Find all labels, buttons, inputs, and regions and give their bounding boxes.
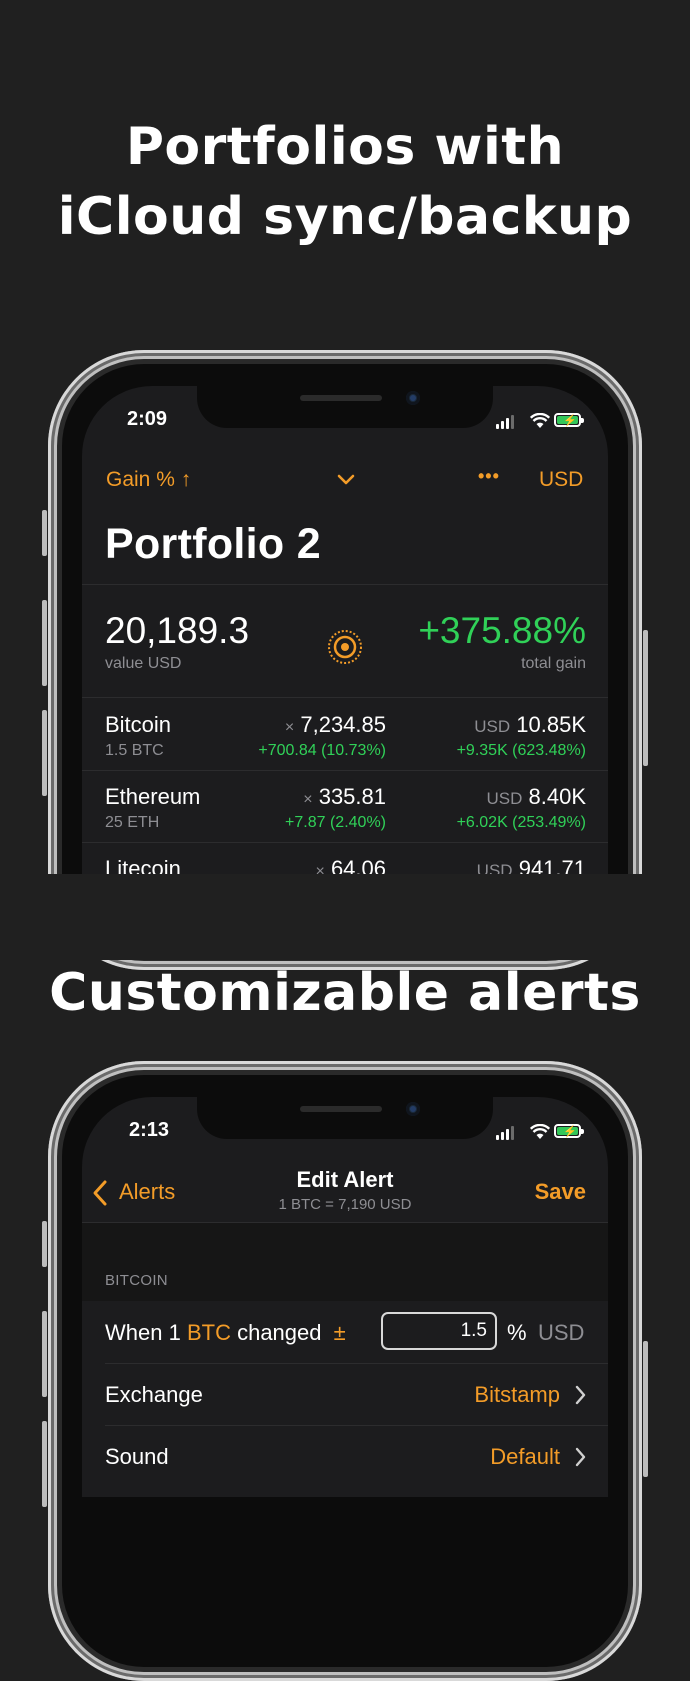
condition-row: When 1 BTC changed ± 1.5 % USD (82, 1301, 608, 1363)
save-button[interactable]: Save (535, 1179, 586, 1205)
holding-price-change: +7.87 (2.40%) (285, 814, 386, 831)
holding-total-change: +6.02K (253.49%) (456, 814, 586, 831)
wifi-icon (530, 413, 550, 428)
nav-title: Edit Alert (296, 1167, 394, 1192)
portfolio-value-caption: value USD (105, 655, 182, 672)
table-row[interactable]: Bitcoin 1.5 BTC × 7,234.85 +700.84 (10.7… (82, 698, 608, 770)
wifi-icon (530, 1124, 550, 1139)
holding-name: Bitcoin (105, 712, 172, 737)
sound-label: Sound (105, 1444, 169, 1469)
holding-price-change: +700.84 (10.73%) (258, 742, 386, 759)
exchange-label: Exchange (105, 1382, 203, 1407)
notch (197, 1097, 493, 1139)
holding-total: 941.71 (518, 856, 586, 874)
portfolio-value: 20,189.3 (105, 610, 250, 651)
sound-row[interactable]: Sound Default (82, 1426, 608, 1487)
notch (197, 386, 493, 428)
headline-alerts: Customizable alerts (49, 963, 641, 1023)
section-header: BITCOIN (105, 1272, 168, 1289)
status-icons: ⚡ (496, 1124, 588, 1140)
edit-alert-screen: 2:13 ⚡ Alerts Edit Alert 1 BTC = 7,190 U… (82, 1097, 608, 1497)
table-row[interactable]: Litecoin × 64.06 USD 941.71 (82, 842, 608, 874)
currency-label: USD (538, 1320, 585, 1345)
unit-label: % (507, 1320, 527, 1345)
threshold-value: 1.5 (460, 1320, 487, 1341)
holding-total-currency: USD (486, 789, 523, 808)
holding-total-currency: USD (476, 861, 513, 874)
settings-group: When 1 BTC changed ± 1.5 % USD Exchange … (82, 1301, 608, 1497)
page-title: Portfolio 2 (105, 520, 321, 568)
exchange-row[interactable]: Exchange Bitstamp (82, 1364, 608, 1425)
holding-amount: 1.5 BTC (105, 742, 164, 759)
status-time: 2:09 (127, 408, 168, 430)
holding-total: 10.85K (516, 712, 586, 737)
camera-icon (406, 391, 420, 405)
holding-price: 7,234.85 (300, 712, 386, 737)
sound-value: Default (490, 1444, 560, 1469)
camera-icon (406, 1102, 420, 1116)
nav-subtitle: 1 BTC = 7,190 USD (278, 1196, 412, 1213)
coin-selector[interactable]: BTC (187, 1320, 231, 1345)
holding-total-change: +9.35K (623.48%) (456, 742, 586, 759)
plusminus-toggle[interactable]: ± (334, 1320, 346, 1345)
portfolio-screen: 2:09 ⚡ Gain % ↑ ••• USD Portfolio 2 20,1… (82, 386, 608, 874)
condition-prefix: When 1 (105, 1320, 181, 1345)
threshold-input[interactable]: 1.5 (381, 1312, 497, 1350)
battery-icon: ⚡ (554, 1124, 584, 1138)
headline-line-1: Portfolios with (125, 117, 565, 177)
more-button[interactable]: ••• (478, 466, 500, 487)
holding-price: 335.81 (318, 784, 386, 809)
chevron-down-icon[interactable] (337, 474, 355, 486)
holding-price: 64.06 (330, 856, 386, 874)
chevron-right-icon (575, 1385, 586, 1405)
exchange-value: Bitstamp (474, 1382, 560, 1407)
target-icon[interactable] (327, 629, 363, 665)
chevron-right-icon (575, 1447, 586, 1467)
multiply-icon: × (315, 863, 325, 874)
status-icons: ⚡ (496, 413, 588, 429)
holding-name: Ethereum (105, 784, 201, 809)
table-row[interactable]: Ethereum 25 ETH × 335.81 +7.87 (2.40%) U… (82, 770, 608, 842)
battery-icon: ⚡ (554, 413, 584, 427)
total-gain: +375.88% (418, 610, 586, 651)
headline-line-2: iCloud sync/backup (57, 187, 633, 247)
section-divider (0, 874, 690, 960)
holding-amount: 25 ETH (105, 814, 160, 831)
total-gain-caption: total gain (521, 655, 586, 672)
headline-portfolios: Portfolios with iCloud sync/backup (0, 112, 690, 252)
holding-name: Litecoin (105, 856, 181, 874)
multiply-icon: × (284, 719, 295, 736)
section-spacer (82, 1223, 608, 1301)
phone-frame-alerts: 2:13 ⚡ Alerts Edit Alert 1 BTC = 7,190 U… (42, 1061, 648, 1681)
holding-total: 8.40K (528, 784, 587, 809)
currency-button[interactable]: USD (539, 468, 583, 492)
sort-button[interactable]: Gain % ↑ (106, 468, 191, 492)
holding-total-currency: USD (474, 717, 511, 736)
multiply-icon: × (303, 791, 313, 808)
condition-verb: changed (237, 1320, 322, 1345)
status-time: 2:13 (129, 1119, 170, 1141)
